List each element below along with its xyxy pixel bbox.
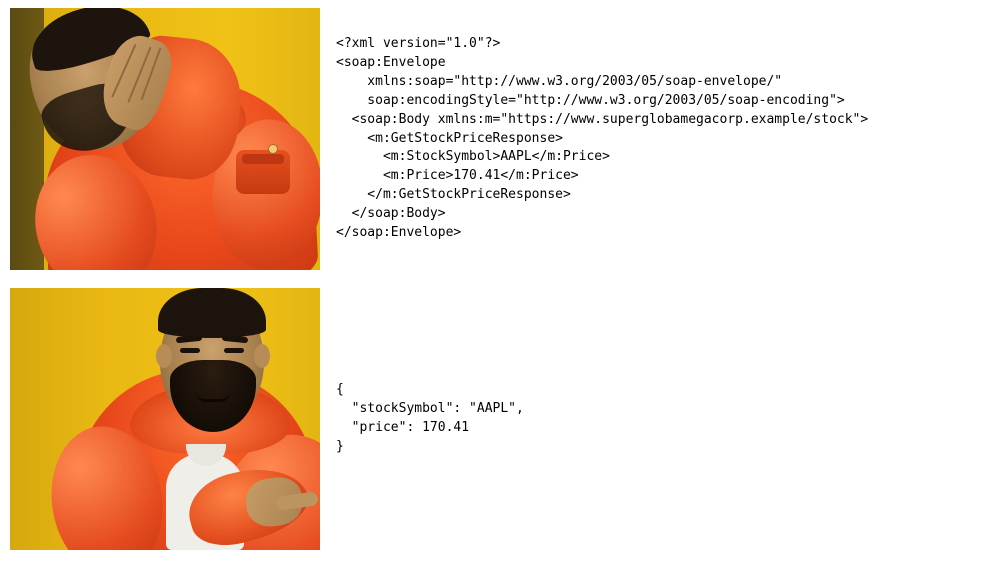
smile: [196, 392, 230, 402]
meme-row-bottom: { "stockSymbol": "AAPL", "price": 170.41…: [10, 288, 992, 550]
hair: [158, 288, 266, 338]
jacket-pocket: [236, 150, 290, 194]
drake-no-image: [10, 8, 320, 270]
closed-eye-left: [180, 348, 200, 353]
ear-left: [156, 344, 172, 368]
soap-xml-code: <?xml version="1.0"?> <soap:Envelope xml…: [336, 35, 992, 242]
json-code: { "stockSymbol": "AAPL", "price": 170.41…: [336, 381, 992, 456]
drake-yes-image: [10, 288, 320, 550]
pocket-button-icon: [268, 144, 278, 154]
ear-right: [254, 344, 270, 368]
meme-row-top: <?xml version="1.0"?> <soap:Envelope xml…: [10, 8, 992, 270]
closed-eye-right: [224, 348, 244, 353]
